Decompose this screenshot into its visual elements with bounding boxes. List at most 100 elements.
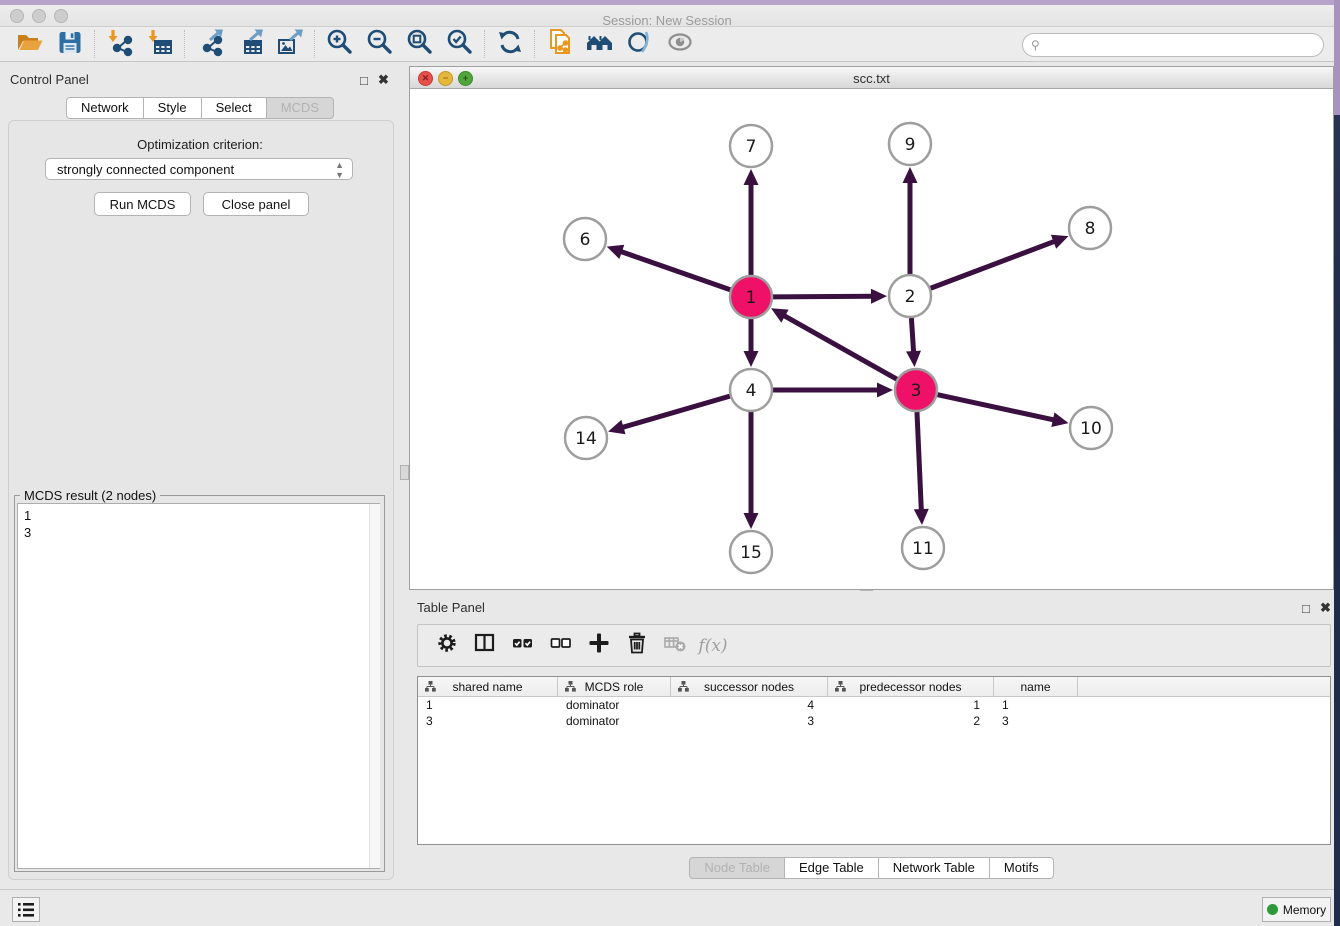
settings-gear-icon [435,631,459,660]
export-table-button[interactable] [230,28,270,60]
edge-1-6[interactable] [619,251,730,290]
table-cell[interactable]: 3 [671,713,828,729]
tab-select[interactable]: Select [202,97,267,119]
import-table-icon [145,27,175,62]
column-header-predecessor-nodes[interactable]: predecessor nodes [828,677,994,696]
edge-arrowhead [914,509,929,525]
list-icon [16,901,36,919]
edge-4-14[interactable] [621,396,730,428]
deselect-all-checks-button[interactable] [542,629,580,663]
table-body: 1dominator4113dominator323 [418,697,1330,729]
delete-column-button[interactable] [618,629,656,663]
edge-2-3[interactable] [911,318,913,354]
toolbar-separator [184,30,186,58]
column-header-shared-name[interactable]: shared name [418,677,558,696]
close-panel-button[interactable]: Close panel [203,192,309,216]
hide-labels-button[interactable] [620,28,660,60]
float-panel-icon[interactable]: □ [1302,601,1310,616]
dropdown-stepper-icon: ▲▼ [335,160,344,180]
edge-arrowhead [607,245,625,259]
import-network-icon [105,27,135,62]
column-layout-button[interactable] [466,629,504,663]
tab-network[interactable]: Network [66,97,144,119]
save-session-icon [55,27,85,62]
edit-column-icon[interactable] [565,681,576,695]
edge-2-8[interactable] [931,241,1057,289]
zoom-fit-icon [405,27,435,62]
network-canvas[interactable]: 7968124314101511 [410,89,1333,589]
save-session-button[interactable] [50,28,90,60]
export-table-icon [235,27,265,62]
criterion-dropdown[interactable]: strongly connected component ▲▼ [45,158,353,180]
import-table-button[interactable] [140,28,180,60]
tab-node-table[interactable]: Node Table [689,857,785,879]
mcds-result-scrollbar[interactable] [369,504,380,868]
mcds-result-line: 1 [24,507,379,524]
task-history-button[interactable] [12,897,40,922]
close-panel-icon[interactable]: ✖ [1320,600,1331,616]
open-session-button[interactable] [10,28,50,60]
edge-3-1[interactable] [782,315,896,380]
edge-3-10[interactable] [937,395,1055,421]
close-panel-icon[interactable]: ✖ [378,72,389,88]
table-cell[interactable]: 2 [828,713,994,729]
column-header-MCDS-role[interactable]: MCDS role [558,677,671,696]
tab-style[interactable]: Style [144,97,202,119]
zoom-fit-button[interactable] [400,28,440,60]
table-row[interactable]: 1dominator411 [418,697,1330,713]
open-session-icon [15,27,45,62]
refresh-button[interactable] [490,28,530,60]
memory-button[interactable]: Memory [1262,897,1331,922]
table-cell[interactable]: 3 [418,713,558,729]
select-all-checks-button[interactable] [504,629,542,663]
table-cell[interactable]: 1 [828,697,994,713]
graph-node-label: 3 [911,381,922,401]
graph-node-label: 4 [746,381,757,401]
table-cell[interactable]: 1 [994,697,1078,713]
table-cell[interactable]: 1 [418,697,558,713]
network-overview-button[interactable] [580,28,620,60]
export-image-button[interactable] [270,28,310,60]
table-row[interactable]: 3dominator323 [418,713,1330,729]
zoom-out-button[interactable] [360,28,400,60]
export-network-button[interactable] [190,28,230,60]
edge-arrowhead [1051,412,1068,427]
add-column-button[interactable] [580,629,618,663]
zoom-selected-icon [445,27,475,62]
edit-column-icon[interactable] [425,681,436,695]
birds-eye-button[interactable] [660,28,700,60]
float-panel-icon[interactable]: □ [360,73,368,88]
network-overview-icon [585,27,615,62]
run-mcds-button[interactable]: Run MCDS [94,192,191,216]
clone-network-button[interactable] [540,28,580,60]
function-builder-icon: f(x) [698,636,727,656]
column-header-successor-nodes[interactable]: successor nodes [671,677,828,696]
zoom-in-button[interactable] [320,28,360,60]
column-header-label: shared name [452,680,522,694]
table-cell[interactable]: 4 [671,697,828,713]
tab-edge-table[interactable]: Edge Table [785,857,879,879]
vertical-splitter-grip[interactable] [400,465,409,480]
edit-column-icon[interactable] [678,681,689,695]
mcds-result-line: 3 [24,524,379,541]
table-panel-title: Table Panel [417,600,485,615]
edit-column-icon[interactable] [835,681,846,695]
table-cell[interactable]: 3 [994,713,1078,729]
tab-motifs[interactable]: Motifs [990,857,1054,879]
export-network-icon [195,27,225,62]
import-network-button[interactable] [100,28,140,60]
table-toolbar: f(x) [417,624,1331,667]
mcds-result-textarea[interactable]: 13 [17,503,380,869]
graph-node-label: 9 [905,135,916,155]
search-field[interactable]: ⚲ [1022,33,1324,57]
tab-network-table[interactable]: Network Table [879,857,990,879]
table-cell[interactable]: dominator [558,713,671,729]
edge-1-2[interactable] [773,296,874,297]
zoom-selected-button[interactable] [440,28,480,60]
edge-3-11[interactable] [917,412,921,512]
control-panel-title: Control Panel [10,72,89,87]
settings-gear-button[interactable] [428,629,466,663]
table-cell[interactable]: dominator [558,697,671,713]
column-header-name[interactable]: name [994,677,1078,696]
tab-mcds[interactable]: MCDS [267,97,334,119]
